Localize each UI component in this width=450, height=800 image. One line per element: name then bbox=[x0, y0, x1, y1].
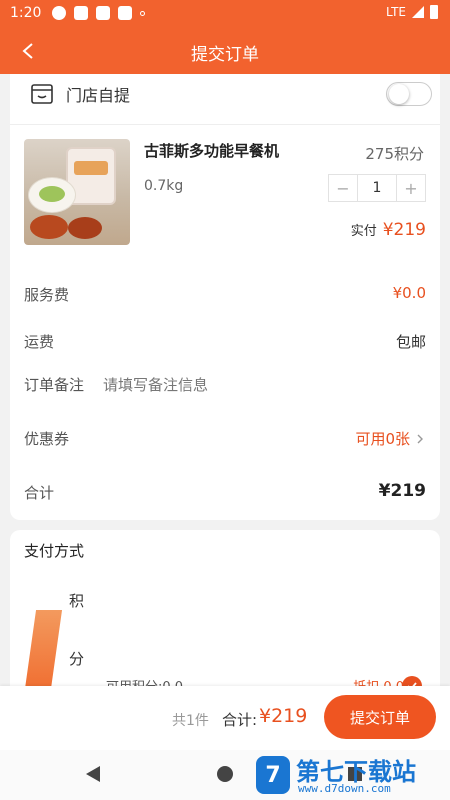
shipping-label: 运费 bbox=[24, 333, 55, 351]
watermark: 7 第七下载站 www.d7down.com bbox=[256, 752, 442, 798]
product-weight: 0.7kg bbox=[144, 178, 184, 194]
app-icon bbox=[96, 6, 110, 20]
store-icon bbox=[31, 84, 53, 104]
payment-method-char-1: 积 bbox=[69, 592, 85, 610]
bottom-total-amount: ¥219 bbox=[259, 705, 308, 727]
shield-icon bbox=[74, 6, 88, 20]
payment-title: 支付方式 bbox=[24, 542, 85, 560]
plate-shape bbox=[28, 177, 76, 213]
payment-card: 支付方式 积 分 可用积分:0.0 抵扣 0.0 bbox=[10, 530, 440, 700]
crab-shape-2 bbox=[68, 217, 102, 239]
status-right: LTE bbox=[386, 5, 438, 19]
service-fee-label: 服务费 bbox=[24, 286, 70, 304]
item-count: 共1件 bbox=[172, 713, 209, 729]
system-nav-bar: 7 第七下载站 www.d7down.com bbox=[0, 750, 450, 800]
actual-payment: 实付 ¥219 bbox=[351, 220, 426, 240]
nav-home-icon[interactable] bbox=[217, 766, 233, 782]
coupon-selector[interactable]: 可用0张 bbox=[355, 428, 426, 449]
toggle-knob bbox=[389, 84, 409, 104]
bottom-bar: 共1件 合计: ¥219 提交订单 bbox=[0, 686, 450, 750]
coupon-value: 可用0张 bbox=[355, 430, 410, 448]
payment-method-char-2: 分 bbox=[69, 650, 85, 668]
battery-icon bbox=[430, 5, 438, 19]
crab-shape bbox=[30, 215, 68, 239]
product-points: 275积分 bbox=[365, 145, 424, 163]
store-pickup-label: 门店自提 bbox=[66, 86, 131, 105]
square-icon bbox=[118, 6, 132, 20]
actual-price: ¥219 bbox=[382, 220, 426, 240]
watermark-logo: 7 bbox=[256, 756, 290, 794]
total-value: ¥219 bbox=[378, 481, 426, 501]
shipping-value: 包邮 bbox=[395, 333, 426, 351]
submit-order-button[interactable]: 提交订单 bbox=[324, 695, 436, 739]
store-pickup-row: 门店自提 bbox=[30, 82, 130, 106]
total-label: 合计 bbox=[24, 484, 55, 502]
watermark-url: www.d7down.com bbox=[298, 782, 391, 795]
chevron-right-icon bbox=[417, 434, 423, 443]
quantity-minus-button[interactable]: − bbox=[329, 175, 357, 201]
status-time: 1:20 bbox=[10, 5, 42, 21]
quantity-value[interactable]: 1 bbox=[357, 175, 397, 201]
points-payment-icon bbox=[23, 610, 63, 696]
product-name: 古菲斯多功能早餐机 bbox=[144, 142, 280, 160]
coupon-label: 优惠券 bbox=[24, 430, 70, 448]
status-icons bbox=[52, 6, 145, 20]
order-card: 门店自提 古菲斯多功能早餐机 275积分 0.7kg − 1 + 实付 ¥219… bbox=[10, 74, 440, 520]
divider bbox=[10, 124, 440, 125]
status-bar: 1:20 LTE bbox=[0, 0, 450, 28]
nav-bar: 提交订单 bbox=[0, 28, 450, 74]
service-fee-value: ¥0.0 bbox=[392, 284, 426, 302]
product-image bbox=[24, 139, 130, 245]
settings-icon bbox=[52, 6, 66, 20]
signal-icon bbox=[412, 6, 424, 18]
order-note-input[interactable]: 请填写备注信息 bbox=[103, 374, 208, 395]
order-note-label: 订单备注 bbox=[24, 376, 85, 394]
page-title: 提交订单 bbox=[191, 45, 259, 65]
actual-label: 实付 bbox=[350, 224, 377, 239]
nav-back-icon[interactable] bbox=[86, 766, 100, 782]
network-label: LTE bbox=[386, 5, 406, 19]
bottom-total-label: 合计: bbox=[222, 711, 258, 729]
dot-icon bbox=[140, 10, 145, 16]
store-pickup-toggle[interactable] bbox=[386, 82, 432, 106]
quantity-stepper: − 1 + bbox=[328, 174, 426, 202]
quantity-plus-button[interactable]: + bbox=[397, 175, 425, 201]
